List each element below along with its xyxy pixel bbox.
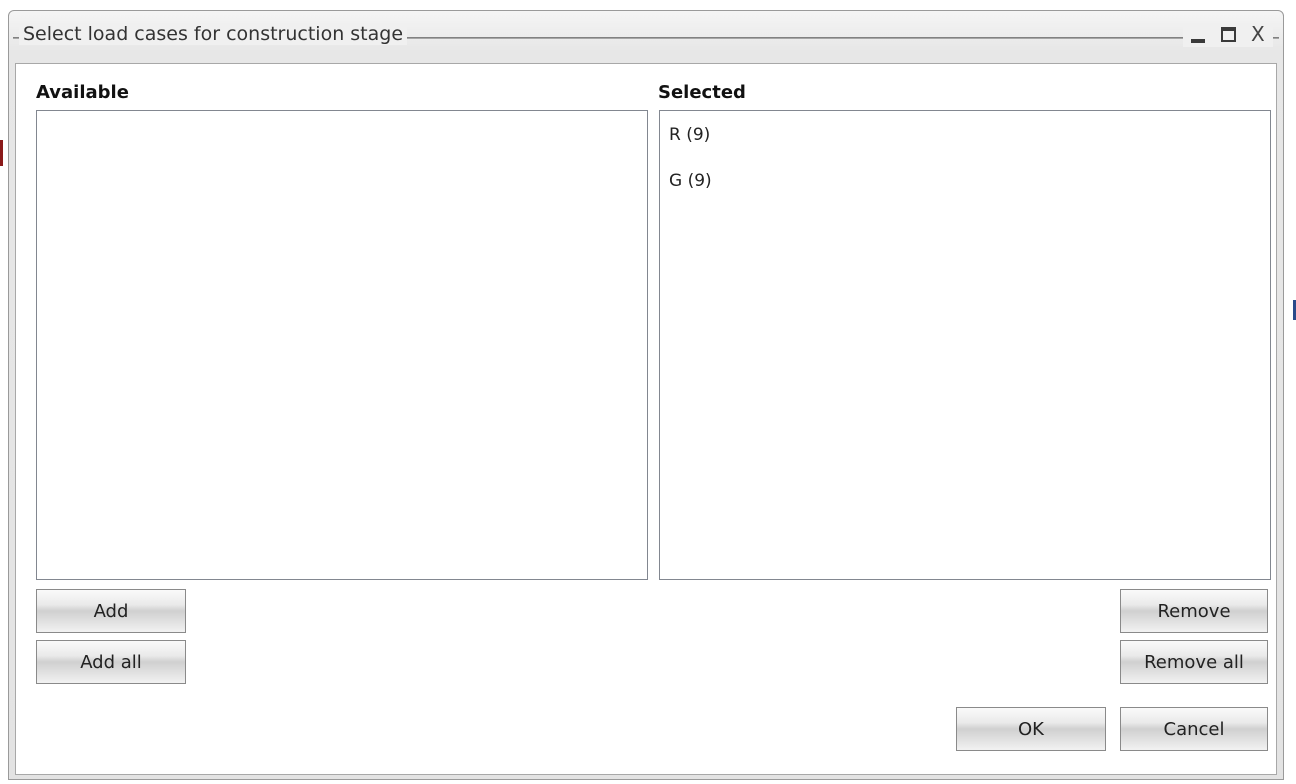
selected-label: Selected <box>658 82 746 103</box>
add-button[interactable]: Add <box>36 589 186 633</box>
dialog-window: Select load cases for construction stage… <box>8 10 1284 780</box>
available-listbox[interactable] <box>36 110 648 580</box>
available-label: Available <box>36 82 129 103</box>
selected-listbox[interactable]: R (9) G (9) <box>659 110 1271 580</box>
window-title: Select load cases for construction stage <box>19 23 408 45</box>
close-icon: X <box>1251 22 1265 46</box>
maximize-icon <box>1221 27 1236 42</box>
maximize-button[interactable] <box>1215 23 1241 47</box>
list-item[interactable]: G (9) <box>660 159 1270 203</box>
title-bar[interactable]: Select load cases for construction stage… <box>9 11 1283 61</box>
minimize-icon <box>1191 39 1205 43</box>
add-all-button[interactable]: Add all <box>36 640 186 684</box>
list-item[interactable]: R (9) <box>660 111 1270 159</box>
window-controls: X <box>1183 22 1273 47</box>
dialog-content: Available Selected R (9) G (9) Add Add al… <box>15 63 1277 775</box>
background-window-edge <box>0 140 3 166</box>
close-button[interactable]: X <box>1245 22 1271 47</box>
remove-button[interactable]: Remove <box>1120 589 1268 633</box>
cancel-button[interactable]: Cancel <box>1120 707 1268 751</box>
remove-all-button[interactable]: Remove all <box>1120 640 1268 684</box>
ok-button[interactable]: OK <box>956 707 1106 751</box>
minimize-button[interactable] <box>1185 23 1211 47</box>
